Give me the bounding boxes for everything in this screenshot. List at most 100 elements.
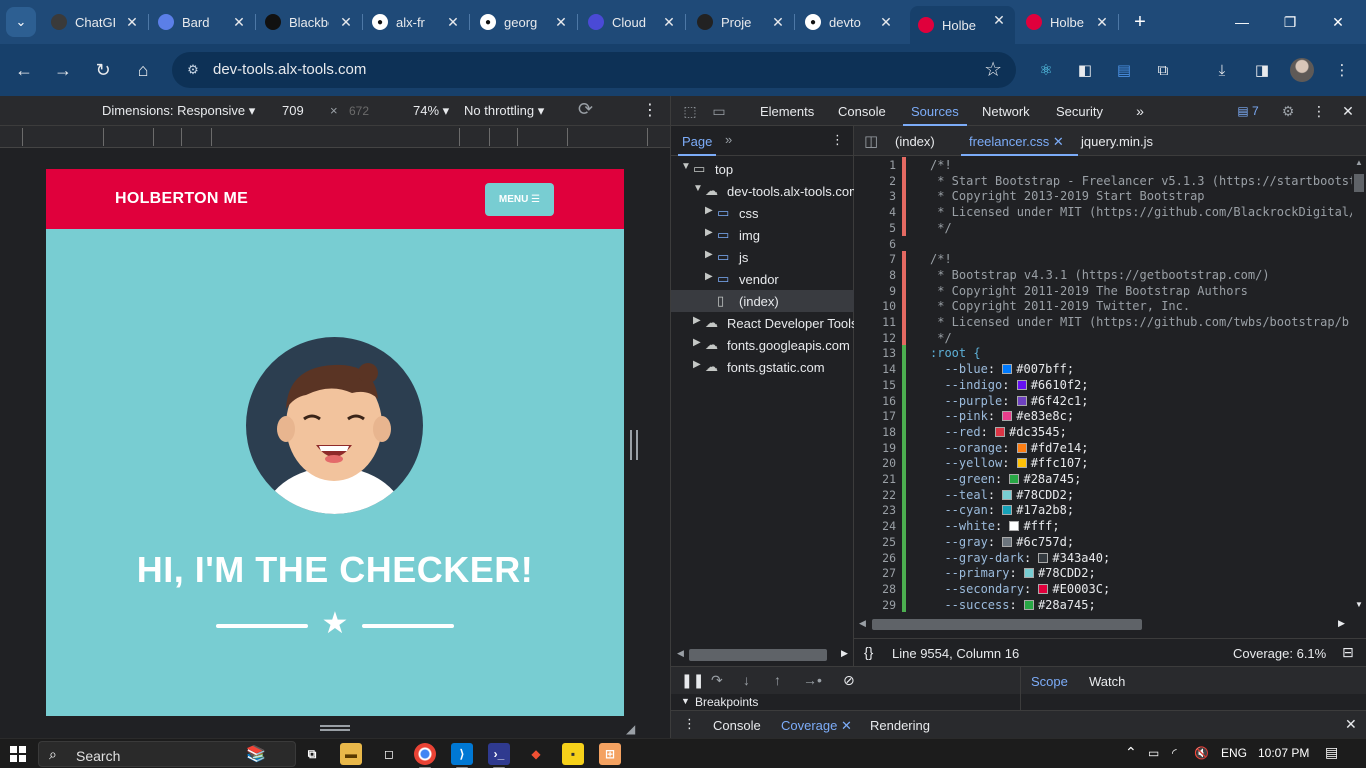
expand-arrow-closed-icon[interactable]: ▶	[705, 227, 713, 238]
line-number[interactable]: 16	[854, 394, 896, 408]
breakpoints-section[interactable]: ▼ Breakpoints	[670, 694, 1020, 710]
editor-horizontal-scrollbar[interactable]: ◀ ▶	[854, 616, 1352, 632]
app-window-icon[interactable]: ◻	[378, 743, 400, 765]
devtools-more-icon[interactable]: ⋮	[1310, 102, 1328, 120]
line-number[interactable]: 17	[854, 409, 896, 423]
task-view-icon[interactable]: ⧉	[301, 743, 323, 765]
viewport-width-resize-handle[interactable]	[630, 430, 638, 460]
browser-tab[interactable]: Holbe ✕	[910, 6, 1015, 44]
minimize-button[interactable]: —	[1222, 8, 1262, 36]
height-input[interactable]: 672	[349, 104, 369, 118]
issues-badge[interactable]: ▤ 7	[1232, 102, 1264, 120]
line-number[interactable]: 28	[854, 582, 896, 596]
devtools-tab-elements[interactable]: Elements	[760, 104, 814, 119]
editor-tab[interactable]: jquery.min.js	[1081, 134, 1153, 149]
devtools-close-icon[interactable]: ✕	[1339, 102, 1357, 120]
battery-icon[interactable]: ▭	[1148, 746, 1159, 760]
bookmark-star-icon[interactable]: ☆	[984, 59, 1002, 81]
width-input[interactable]: 709	[282, 103, 304, 118]
line-number[interactable]: 6	[854, 237, 896, 251]
color-swatch[interactable]	[1016, 379, 1027, 390]
inspect-element-icon[interactable]: ⬚	[681, 102, 699, 120]
color-swatch[interactable]	[1009, 474, 1020, 484]
deactivate-breakpoints-icon[interactable]: ⊘	[843, 672, 855, 689]
code-line[interactable]: --purple: #6f42c1;	[930, 394, 1088, 408]
devtools-settings-icon[interactable]: ⚙	[1279, 102, 1297, 120]
navigator-menu-icon[interactable]: ⋮	[831, 132, 844, 148]
code-line[interactable]: --primary: #78CDD2;	[930, 566, 1095, 580]
tab-close-icon[interactable]: ✕	[229, 12, 249, 32]
code-line[interactable]: * Start Bootstrap - Freelancer v5.1.3 (h…	[930, 174, 1352, 188]
throttling-dropdown[interactable]: No throttling ▾	[464, 103, 544, 119]
navigator-scrollbar[interactable]: ◀ ▶	[671, 644, 853, 664]
drawer-tab-close-icon[interactable]: ✕	[837, 718, 852, 733]
restore-button[interactable]: ❐	[1270, 8, 1310, 36]
line-number[interactable]: 7	[854, 252, 896, 266]
drawer-tab-rendering[interactable]: Rendering	[870, 718, 930, 733]
git-taskbar-icon[interactable]: ◆	[525, 743, 547, 765]
code-line[interactable]: --red: #dc3545;	[930, 425, 1066, 439]
code-line[interactable]: * Licensed under MIT (https://github.com…	[930, 205, 1352, 219]
forward-button[interactable]: →	[49, 56, 77, 84]
site-menu-button[interactable]: MENU ☰	[485, 183, 554, 216]
code-line[interactable]: --success: #28a745;	[930, 598, 1095, 612]
code-line[interactable]: --green: #28a745;	[930, 472, 1081, 486]
browser-tab[interactable]: ● georg ✕	[472, 8, 578, 36]
line-number[interactable]: 29	[854, 598, 896, 612]
code-line[interactable]: --blue: #007bff;	[930, 362, 1074, 376]
line-number[interactable]: 8	[854, 268, 896, 282]
expand-arrow-open-icon[interactable]: ▼	[693, 183, 703, 194]
wifi-icon[interactable]: ◜	[1172, 746, 1177, 760]
browser-tab[interactable]: Holbe ✕	[1018, 8, 1119, 36]
line-number[interactable]: 4	[854, 205, 896, 219]
pause-icon[interactable]: ❚❚	[681, 672, 704, 689]
code-line[interactable]: --white: #fff;	[930, 519, 1059, 533]
code-line[interactable]: --gray-dark: #343a40;	[930, 551, 1110, 565]
site-info-icon[interactable]: ⚙	[184, 61, 202, 79]
address-bar[interactable]: ⚙ dev-tools.alx-tools.com ☆	[172, 52, 1016, 88]
home-button[interactable]: ⌂	[129, 56, 157, 84]
tab-close-icon[interactable]: ✕	[336, 12, 356, 32]
code-line[interactable]: --orange: #fd7e14;	[930, 441, 1088, 455]
line-number[interactable]: 26	[854, 551, 896, 565]
line-number[interactable]: 15	[854, 378, 896, 392]
site-brand[interactable]: HOLBERTON ME	[115, 190, 248, 208]
line-number[interactable]: 18	[854, 425, 896, 439]
clock[interactable]: 10:07 PM	[1258, 746, 1309, 760]
code-view[interactable]: 1 /*! 2 * Start Bootstrap - Freelancer v5.…	[854, 156, 1352, 612]
tab-close-icon[interactable]: ✕	[989, 10, 1009, 30]
devtools-tab-security[interactable]: Security	[1056, 104, 1103, 119]
line-number[interactable]: 3	[854, 189, 896, 203]
line-number[interactable]: 21	[854, 472, 896, 486]
device-more-options-icon[interactable]: ⋮	[642, 100, 658, 120]
line-number[interactable]: 24	[854, 519, 896, 533]
extension-icon[interactable]: ◧	[1073, 58, 1097, 82]
volume-muted-icon[interactable]: 🔇	[1194, 746, 1209, 760]
editor-vertical-scrollbar[interactable]: ▲ ▼	[1352, 156, 1366, 612]
expand-arrow-open-icon[interactable]: ▼	[681, 161, 691, 172]
code-line[interactable]: --gray: #6c757d;	[930, 535, 1074, 549]
profile-avatar[interactable]	[1290, 58, 1314, 82]
sidebar-tab-watch[interactable]: Watch	[1089, 674, 1125, 689]
code-line[interactable]: * Licensed under MIT (https://github.com…	[930, 315, 1349, 329]
line-number[interactable]: 1	[854, 158, 896, 172]
color-swatch[interactable]	[1016, 395, 1027, 406]
navigator-item-folder[interactable]: ▶ ▭ img	[671, 224, 855, 246]
code-line[interactable]: --yellow: #ffc107;	[930, 456, 1088, 470]
color-swatch[interactable]	[1002, 364, 1013, 375]
dimensions-dropdown[interactable]: Dimensions: Responsive ▾	[102, 103, 255, 119]
drawer-tab-console[interactable]: Console	[713, 718, 761, 733]
tab-close-icon[interactable]: ✕	[1092, 12, 1112, 32]
side-panel-icon[interactable]: ◨	[1250, 58, 1274, 82]
back-button[interactable]: ←	[10, 56, 38, 84]
file-explorer-icon[interactable]: ▬	[340, 743, 362, 765]
color-swatch[interactable]	[1023, 568, 1034, 579]
line-number[interactable]: 10	[854, 299, 896, 313]
device-toggle-icon[interactable]: ▭	[710, 102, 728, 120]
reload-button[interactable]: ↻	[89, 56, 117, 84]
browser-tab[interactable]: ● alx-fr ✕	[364, 8, 470, 36]
code-line[interactable]: * Copyright 2013-2019 Start Bootstrap	[930, 189, 1204, 203]
code-line[interactable]: * Copyright 2011-2019 Twitter, Inc.	[930, 299, 1190, 313]
browser-menu-icon[interactable]: ⋮	[1330, 58, 1354, 82]
code-line[interactable]: */	[930, 221, 951, 235]
